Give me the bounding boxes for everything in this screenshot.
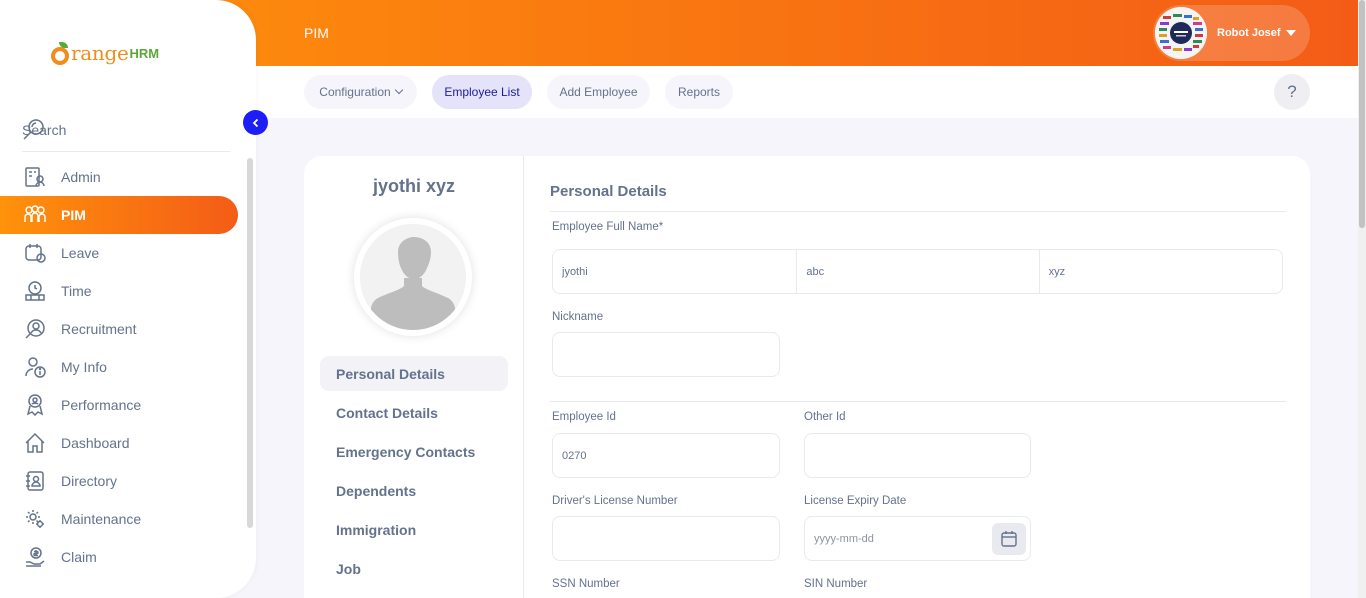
sidebar-item-time[interactable]: Time	[0, 272, 256, 310]
divider	[550, 401, 1286, 402]
tab-reports[interactable]: Reports	[665, 75, 733, 109]
other-id-input[interactable]	[804, 433, 1031, 478]
divider	[550, 211, 1286, 212]
admin-icon	[22, 164, 48, 190]
last-name-input[interactable]: xyz	[1038, 250, 1282, 293]
chevron-left-icon	[252, 118, 258, 127]
leave-icon	[22, 240, 48, 266]
subnav-job[interactable]: Job	[320, 551, 508, 586]
orangehrm-logo[interactable]: range HRM	[50, 32, 160, 65]
tab-employee-list-label: Employee List	[444, 85, 520, 99]
sidebar-item-label: Claim	[61, 549, 97, 565]
sidebar-item-label: PIM	[61, 207, 86, 223]
subnav-immigration[interactable]: Immigration	[320, 512, 508, 547]
middle-name-input[interactable]: abc	[796, 250, 1038, 293]
page-scrollbar-thumb[interactable]	[1359, 0, 1365, 228]
sidebar-search[interactable]: Search	[22, 108, 230, 152]
sidebar-item-label: Dashboard	[61, 435, 130, 451]
employee-id-input[interactable]: 0270	[552, 433, 780, 478]
tab-configuration[interactable]: Configuration	[304, 75, 417, 109]
sidebar-scrollbar[interactable]	[247, 158, 253, 528]
employee-photo[interactable]	[354, 218, 472, 336]
sidebar-item-label: Directory	[61, 473, 118, 489]
sidebar-item-dashboard[interactable]: Dashboard	[0, 424, 256, 462]
sidebar-item-admin[interactable]: Admin	[0, 158, 256, 196]
first-name-input[interactable]: jyothi	[553, 250, 796, 293]
user-avatar	[1155, 7, 1207, 59]
license-expiry-label: License Expiry Date	[804, 495, 907, 507]
orange-logo-icon	[50, 42, 70, 65]
tab-employee-list[interactable]: Employee List	[432, 75, 532, 109]
tab-configuration-label: Configuration	[319, 85, 391, 99]
employee-details-card: jyothi xyz Personal Details Contact Deta…	[304, 156, 1310, 598]
directory-icon	[22, 468, 48, 494]
pim-icon	[22, 202, 48, 228]
top-nav: Configuration Employee List Add Employee…	[256, 66, 1358, 118]
main-menu: Admin PIM Leave Time Recruitment My Info…	[0, 158, 256, 576]
tab-add-employee-label: Add Employee	[559, 85, 638, 99]
time-icon	[22, 278, 48, 304]
nickname-label: Nickname	[552, 311, 604, 323]
tab-add-employee[interactable]: Add Employee	[547, 75, 650, 109]
ssn-label: SSN Number	[552, 578, 620, 590]
section-title: Personal Details	[550, 183, 667, 200]
sidebar-item-label: My Info	[61, 359, 107, 375]
search-label: Search	[22, 121, 67, 138]
employee-name: jyothi xyz	[372, 176, 456, 196]
logo-suffix: HRM	[129, 46, 160, 61]
employee-subnav: Personal Details Contact Details Emergen…	[320, 356, 508, 590]
subnav-contact-details[interactable]: Contact Details	[320, 395, 508, 430]
sidebar-item-leave[interactable]: Leave	[0, 234, 256, 272]
employee-id-label: Employee Id	[552, 411, 616, 423]
full-name-label: Employee Full Name*	[552, 221, 664, 233]
sidebar-item-performance[interactable]: Performance	[0, 386, 256, 424]
logo-text: range	[71, 41, 129, 65]
page-scrollbar[interactable]	[1358, 0, 1366, 598]
user-dropdown[interactable]: Robot Josef	[1153, 5, 1310, 61]
caret-down-icon	[1285, 30, 1296, 36]
sidebar-collapse-button[interactable]	[243, 110, 268, 135]
sidebar-item-directory[interactable]: Directory	[0, 462, 256, 500]
sidebar-item-label: Time	[61, 283, 92, 299]
sin-label: SIN Number	[804, 578, 868, 590]
sidebar-item-label: Performance	[61, 397, 142, 413]
sidebar-item-recruitment[interactable]: Recruitment	[0, 310, 256, 348]
sidebar-item-label: Maintenance	[61, 511, 142, 527]
sidebar-item-label: Admin	[61, 169, 101, 185]
chevron-down-icon	[394, 85, 403, 95]
sidebar-item-maintenance[interactable]: Maintenance	[0, 500, 256, 538]
license-number-label: Driver's License Number	[552, 495, 678, 507]
sidebar-item-my-info[interactable]: My Info	[0, 348, 256, 386]
performance-icon	[22, 392, 48, 418]
sidebar-item-label: Recruitment	[61, 321, 137, 337]
help-button[interactable]: ?	[1274, 74, 1310, 110]
sidebar-item-claim[interactable]: Claim	[0, 538, 256, 576]
nickname-input[interactable]	[552, 332, 780, 377]
subnav-emergency-contacts[interactable]: Emergency Contacts	[320, 434, 508, 469]
sidebar-item-pim[interactable]: PIM	[0, 196, 238, 234]
dashboard-icon	[22, 430, 48, 456]
license-expiry-input[interactable]: yyyy-mm-dd	[804, 516, 1031, 561]
calendar-button[interactable]	[992, 523, 1026, 555]
employee-profile-panel: jyothi xyz Personal Details Contact Deta…	[304, 156, 524, 598]
subnav-personal-details[interactable]: Personal Details	[320, 356, 508, 391]
license-expiry-placeholder: yyyy-mm-dd	[814, 532, 874, 545]
license-number-input[interactable]	[552, 516, 780, 561]
calendar-icon	[1001, 531, 1017, 547]
recruitment-icon	[22, 316, 48, 342]
module-title: PIM	[304, 25, 329, 41]
user-name: Robot Josef	[1217, 27, 1281, 39]
sidebar: range HRM Search Admin PIM Leave Time Re…	[0, 0, 256, 598]
other-id-label: Other Id	[804, 411, 846, 423]
claim-icon	[22, 544, 48, 570]
sidebar-item-label: Leave	[61, 245, 100, 261]
subnav-dependents[interactable]: Dependents	[320, 473, 508, 508]
myinfo-icon	[22, 354, 48, 380]
avatar-placeholder-icon	[360, 224, 466, 330]
tab-reports-label: Reports	[677, 85, 721, 99]
maintenance-icon	[22, 506, 48, 532]
full-name-group: jyothi abc xyz	[552, 249, 1283, 294]
